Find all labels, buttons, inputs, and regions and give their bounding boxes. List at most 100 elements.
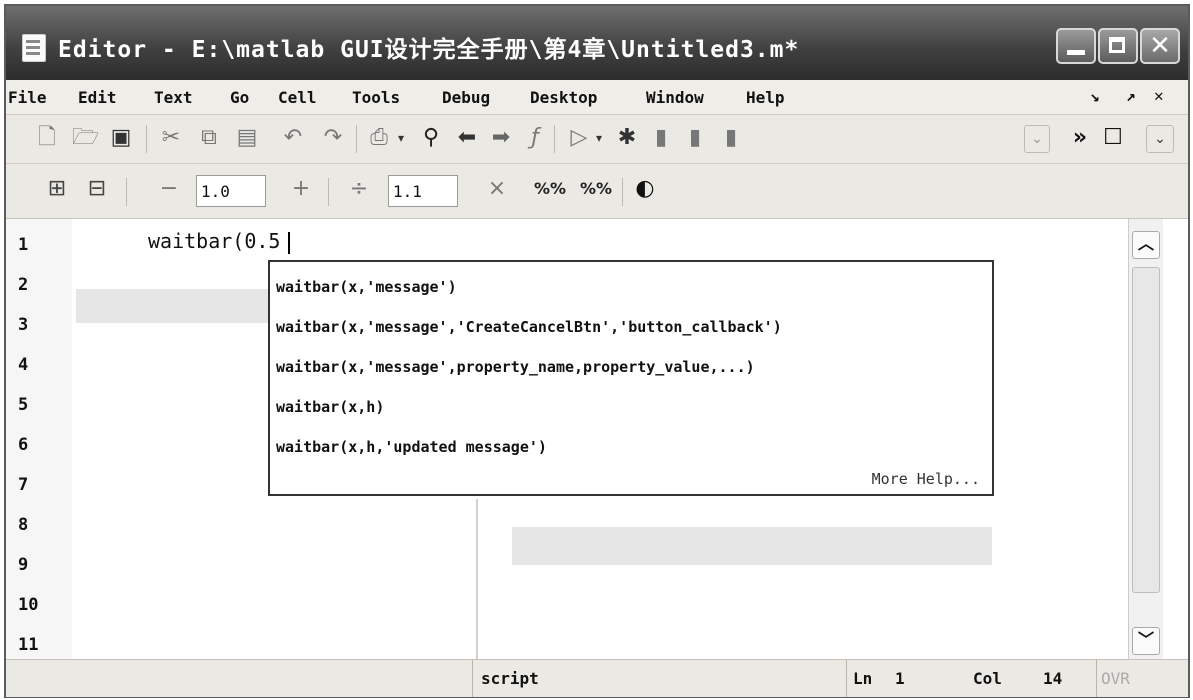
text-cursor — [288, 231, 291, 254]
paste-icon[interactable]: ▤ — [234, 125, 260, 151]
code-line[interactable]: waitbar(0.5 — [148, 229, 291, 254]
status-ln-value: 1 — [895, 669, 905, 688]
hint-item[interactable]: waitbar(x,'message','CreateCancelBtn','b… — [276, 318, 782, 336]
document-icon — [22, 34, 46, 62]
chevron-down-icon[interactable]: ▾ — [592, 125, 606, 151]
redo-icon[interactable]: ↷ — [320, 125, 346, 151]
forward-icon[interactable]: ➡ — [488, 125, 514, 151]
line-number: 10 — [18, 595, 39, 615]
menu-bar: File Edit Text Go Cell Tools Debug Deskt… — [6, 80, 1188, 115]
menu-tools[interactable]: Tools — [352, 88, 400, 107]
menu-debug[interactable]: Debug — [442, 88, 490, 107]
dock-layout-icon[interactable]: ☐ — [1100, 125, 1126, 151]
chevron-down-icon[interactable]: ▾ — [394, 125, 408, 151]
line-number: 11 — [18, 635, 39, 655]
code-text: waitbar(0.5 — [148, 229, 281, 253]
menu-window[interactable]: Window — [646, 88, 704, 107]
decrement-value-field[interactable]: 1.0 — [196, 175, 266, 207]
decrement-button[interactable]: − — [156, 176, 182, 202]
status-col-value: 14 — [1043, 669, 1063, 688]
cut-icon[interactable]: ✂ — [158, 125, 184, 151]
more-icon[interactable]: » — [1070, 125, 1090, 151]
status-ovr-cell: OVR — [1096, 660, 1141, 697]
hint-item[interactable]: waitbar(x,h,'updated message') — [276, 438, 547, 456]
insert-cell-icon[interactable]: ⊞ — [44, 176, 70, 202]
menu-go[interactable]: Go — [230, 88, 249, 107]
breakpoint-icon[interactable]: ✱ — [614, 125, 640, 151]
toolbar-separator — [622, 178, 623, 206]
toolbar-separator — [126, 178, 127, 206]
increment-button[interactable]: + — [288, 176, 314, 202]
line-number: 2 — [18, 275, 29, 295]
scroll-up-button[interactable]: ︿ — [1132, 231, 1160, 259]
cell-toolbar: ⊞ ⊟ − 1.0 + ÷ 1.1 × %% %% ◐ — [6, 164, 1188, 219]
back-icon[interactable]: ⬅ — [454, 125, 480, 151]
chevron-down-icon[interactable]: ⌄ — [1146, 125, 1174, 153]
status-position-cell: Ln 1 Col 14 — [846, 660, 1087, 697]
editor-window: Editor - E:\matlab GUI设计完全手册\第4章\Untitle… — [4, 4, 1190, 698]
open-file-icon[interactable]: 🗁 — [72, 125, 99, 151]
close-doc-icon[interactable]: ✕ — [1154, 86, 1164, 105]
title-bar[interactable]: Editor - E:\matlab GUI设计完全手册\第4章\Untitle… — [6, 6, 1188, 80]
undo-icon[interactable]: ↶ — [280, 125, 306, 151]
insert-comment-button[interactable]: %% — [532, 176, 568, 202]
save-icon[interactable]: ▣ — [108, 125, 134, 151]
stack-dropdown[interactable]: ⌄ — [1024, 125, 1050, 153]
toolbar-separator — [146, 125, 147, 153]
menu-help[interactable]: Help — [746, 88, 785, 107]
maximize-doc-icon[interactable]: ↗ — [1126, 86, 1136, 105]
more-help-link[interactable]: More Help... — [872, 470, 980, 488]
main-toolbar: 🗋 🗁 ▣ ✂ ⧉ ▤ ↶ ↷ ⎙ ▾ ⚲ ⬅ ➡ ƒ ▷ ▾ ✱ ▮ ▮ ▮ … — [6, 115, 1188, 164]
status-bar: script Ln 1 Col 14 OVR — [6, 659, 1188, 697]
run-icon[interactable]: ▷ — [566, 125, 592, 151]
find-icon[interactable]: ⚲ — [418, 125, 444, 151]
print-icon[interactable]: ⎙ — [366, 125, 392, 151]
divide-button[interactable]: ÷ — [346, 176, 372, 202]
vertical-scrollbar[interactable]: ︿ ﹀ — [1128, 219, 1163, 659]
menu-cell[interactable]: Cell — [278, 88, 317, 107]
menu-text[interactable]: Text — [154, 88, 193, 107]
split-cell-icon[interactable]: ⊟ — [84, 176, 110, 202]
undock-icon[interactable]: ↘ — [1090, 86, 1100, 105]
line-number: 5 — [18, 395, 29, 415]
close-icon: ✕ — [1149, 31, 1171, 61]
status-ln-label: Ln — [853, 669, 873, 688]
multiply-button[interactable]: × — [484, 176, 510, 202]
minimize-button[interactable] — [1056, 28, 1096, 64]
toolbar-separator — [328, 178, 329, 206]
status-mode-cell: script — [472, 660, 847, 697]
step-in-icon[interactable]: ▮ — [682, 125, 708, 151]
close-button[interactable]: ✕ — [1140, 28, 1180, 64]
evaluate-icon[interactable]: ◐ — [632, 176, 658, 202]
line-number: 7 — [18, 475, 29, 495]
background-ghost — [512, 527, 992, 565]
new-file-icon[interactable]: 🗋 — [34, 125, 60, 151]
line-number: 8 — [18, 515, 29, 535]
background-ghost — [476, 499, 478, 659]
line-number: 3 — [18, 315, 29, 335]
menu-desktop[interactable]: Desktop — [530, 88, 597, 107]
line-number: 6 — [18, 435, 29, 455]
divide-value-field[interactable]: 1.1 — [388, 175, 458, 207]
step-out-icon[interactable]: ▮ — [718, 125, 744, 151]
status-mode: script — [481, 669, 539, 688]
hint-item[interactable]: waitbar(x,h) — [276, 398, 384, 416]
copy-icon[interactable]: ⧉ — [196, 125, 222, 151]
remove-comment-button[interactable]: %% — [578, 176, 614, 202]
function-icon[interactable]: ƒ — [522, 125, 548, 151]
function-hint-popup: waitbar(x,'message') waitbar(x,'message'… — [268, 260, 994, 496]
toolbar-separator — [356, 125, 357, 153]
status-ovr: OVR — [1101, 669, 1130, 688]
line-number: 1 — [18, 235, 29, 255]
maximize-button[interactable] — [1098, 28, 1138, 64]
window-title: Editor - E:\matlab GUI设计完全手册\第4章\Untitle… — [58, 37, 800, 63]
line-number: 9 — [18, 555, 29, 575]
step-icon[interactable]: ▮ — [648, 125, 674, 151]
scroll-down-button[interactable]: ﹀ — [1132, 627, 1160, 655]
menu-edit[interactable]: Edit — [78, 88, 117, 107]
status-col-label: Col — [973, 669, 1002, 688]
menu-file[interactable]: File — [8, 88, 47, 107]
hint-item[interactable]: waitbar(x,'message') — [276, 278, 457, 296]
hint-item[interactable]: waitbar(x,'message',property_name,proper… — [276, 358, 755, 376]
scroll-thumb[interactable] — [1132, 267, 1160, 593]
